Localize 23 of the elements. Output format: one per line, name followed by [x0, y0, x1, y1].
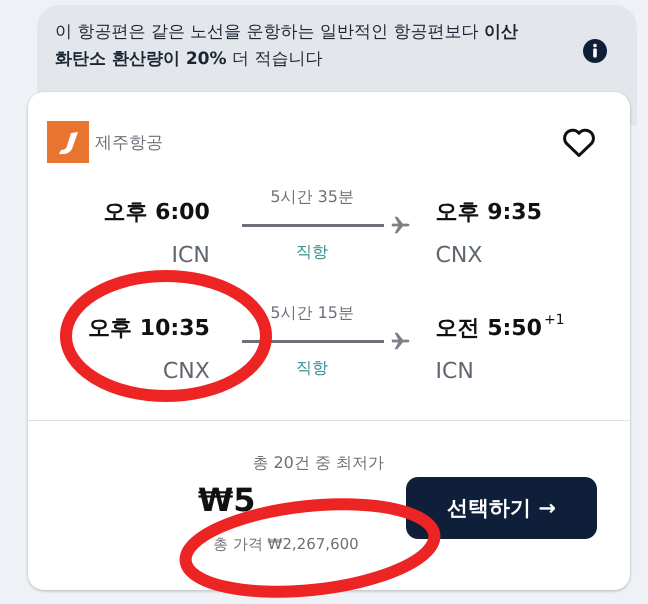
- arrival-airport: ICN: [436, 359, 474, 384]
- departure-time: 오후 6:00: [103, 199, 210, 227]
- airplane-icon: [390, 330, 412, 352]
- departure-airport: ICN: [172, 243, 210, 268]
- airline-logo-icon: [47, 121, 89, 163]
- departure-airport: CNX: [162, 359, 210, 384]
- departure-time: 오후 10:35: [88, 315, 210, 343]
- nonstop-label: 직항: [296, 242, 328, 263]
- notice-text: 이 항공편은 같은 노선을 운항하는 일반적인 항공편보다 이산화탄소 환산량이 20% 더 적습니다: [55, 21, 519, 71]
- nonstop-label: 직항: [296, 358, 328, 379]
- total-price: 총 가격 ₩2,267,600: [213, 535, 360, 554]
- select-button[interactable]: 선택하기 →: [406, 477, 597, 539]
- arrival-time: 오후 9:35: [436, 199, 542, 227]
- day-offset: +1: [544, 313, 565, 327]
- info-icon[interactable]: [583, 39, 607, 63]
- airline-name: 제주항공: [95, 132, 163, 154]
- price-caption: 총 20건 중 최저가: [252, 453, 384, 474]
- flight-duration: 5시간 35분: [270, 187, 354, 208]
- price-amount: ₩5: [198, 481, 257, 519]
- arrival-airport: CNX: [436, 243, 482, 268]
- flight-duration: 5시간 15분: [270, 303, 354, 324]
- arrival-time: 오전 5:50: [436, 315, 542, 343]
- airplane-icon: [390, 214, 412, 236]
